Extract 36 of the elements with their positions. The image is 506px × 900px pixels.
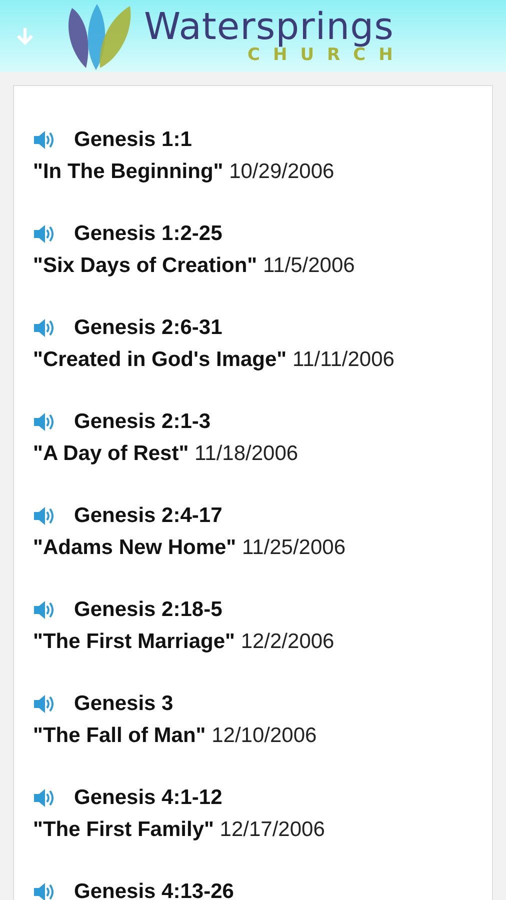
sermon-date: 12/10/2006	[212, 724, 317, 747]
sermon-reference[interactable]: Genesis 1:1	[74, 124, 192, 156]
sermon-reference[interactable]: Genesis 3	[74, 688, 174, 720]
sermon-title: "The Fall of Man"	[33, 724, 206, 747]
sermon-title: "In The Beginning"	[33, 160, 224, 183]
sermon-title: "The First Marriage"	[33, 630, 235, 653]
speaker-icon[interactable]	[33, 506, 55, 526]
sermon-date: 11/5/2006	[262, 254, 355, 277]
speaker-icon[interactable]	[33, 412, 55, 432]
sermon-reference[interactable]: Genesis 4:13-26	[74, 876, 234, 900]
speaker-icon[interactable]	[33, 788, 55, 808]
sermon-date: 12/2/2006	[240, 630, 334, 653]
sermon-reference[interactable]: Genesis 4:1-12	[74, 782, 222, 814]
sermon-reference[interactable]: Genesis 2:4-17	[74, 500, 222, 532]
sermon-reference[interactable]: Genesis 2:6-31	[74, 312, 222, 344]
sermon-reference[interactable]: Genesis 2:18-5	[74, 594, 222, 626]
speaker-icon[interactable]	[33, 318, 55, 338]
sermon-date: 11/25/2006	[242, 536, 346, 559]
sermon-reference[interactable]: Genesis 2:1-3	[74, 406, 211, 438]
sermon-date: 11/18/2006	[194, 442, 298, 465]
sermon-reference[interactable]: Genesis 1:2-25	[74, 218, 222, 250]
sermon-date: 11/11/2006	[292, 348, 394, 371]
speaker-icon[interactable]	[33, 600, 55, 620]
sermon-title: "The First Family"	[33, 818, 214, 841]
logo-subtitle: CHURCH	[248, 47, 406, 64]
speaker-icon[interactable]	[33, 882, 55, 900]
sermon-title: "A Day of Rest"	[33, 442, 189, 465]
logo-title: Watersprings	[144, 8, 394, 45]
sermon-title: "Created in God's Image"	[33, 348, 287, 371]
sermon-title: "Adams New Home"	[33, 536, 236, 559]
sermon-date: 12/17/2006	[220, 818, 325, 841]
speaker-icon[interactable]	[33, 130, 55, 150]
sermon-date: 10/29/2006	[229, 160, 334, 183]
speaker-icon[interactable]	[33, 224, 55, 244]
sermon-title: "Six Days of Creation"	[33, 254, 258, 277]
speaker-icon[interactable]	[33, 694, 55, 714]
